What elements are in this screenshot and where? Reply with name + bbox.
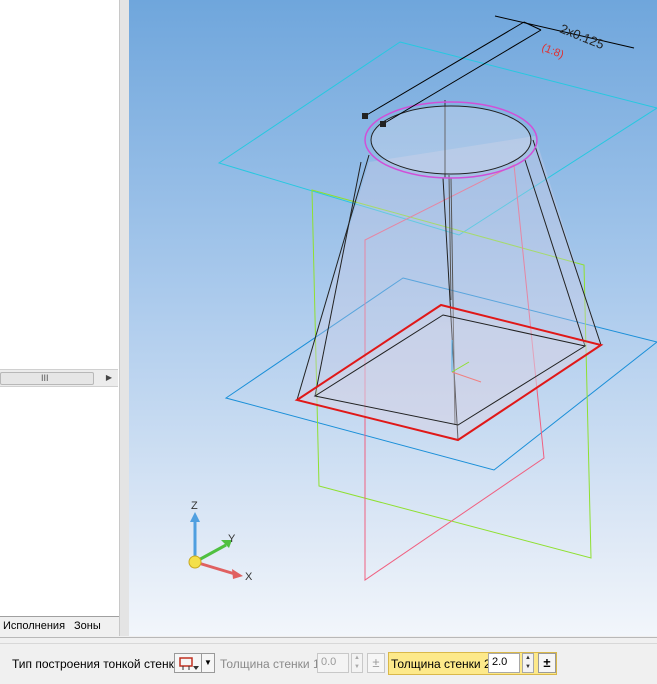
thickness1-field[interactable]: 0.0 bbox=[317, 653, 349, 673]
model-tree-panel: III ▶ Исполнения Зоны bbox=[0, 0, 120, 637]
z-arrow-icon bbox=[190, 512, 200, 522]
thickness1-label: Толщина стенки 1 bbox=[220, 657, 320, 671]
wall-type-dropdown[interactable]: ▼ bbox=[201, 653, 215, 673]
x-arrow-icon bbox=[232, 569, 243, 579]
dimension-handle[interactable] bbox=[362, 113, 368, 119]
model-tree[interactable] bbox=[0, 0, 118, 368]
dimension-subtext: (1:8) bbox=[540, 42, 565, 62]
horizontal-scrollbar[interactable]: III ▶ bbox=[0, 369, 118, 387]
property-bar: Тип построения тонкой стенки ▼ Толщина с… bbox=[0, 637, 657, 684]
thickness1-sign-button[interactable]: ± bbox=[367, 653, 385, 673]
spin-up-icon[interactable]: ▲ bbox=[352, 654, 362, 663]
dimension-handle[interactable] bbox=[380, 121, 386, 127]
lower-list-area[interactable] bbox=[0, 387, 118, 615]
scroll-right-arrow-icon[interactable]: ▶ bbox=[102, 370, 116, 386]
3d-viewport[interactable]: 2x0.125 (1:8) Z Y X bbox=[129, 0, 657, 636]
spin-down-icon[interactable]: ▼ bbox=[523, 663, 533, 672]
wall-type-button[interactable] bbox=[174, 653, 202, 673]
thickness2-field[interactable]: 2.0 bbox=[488, 653, 520, 673]
scrollbar-thumb[interactable]: III bbox=[0, 372, 94, 385]
wall-type-icon bbox=[179, 657, 199, 670]
thickness2-spinner[interactable]: ▲ ▼ bbox=[522, 653, 534, 673]
x-axis-label: X bbox=[245, 571, 253, 583]
thickness1-spinner[interactable]: ▲ ▼ bbox=[351, 653, 363, 673]
spin-up-icon[interactable]: ▲ bbox=[523, 654, 533, 663]
scrollbar-grip-icon: III bbox=[41, 373, 49, 383]
origin-icon bbox=[188, 555, 202, 569]
divider bbox=[0, 643, 657, 644]
y-axis-label: Y bbox=[228, 533, 236, 545]
dimension-text: 2x0.125 bbox=[558, 21, 607, 52]
axis-triad: Z Y X bbox=[188, 500, 253, 583]
wall-type-label: Тип построения тонкой стенки bbox=[12, 657, 181, 671]
thickness2-sign-button[interactable]: ± bbox=[538, 653, 556, 673]
spin-down-icon[interactable]: ▼ bbox=[352, 663, 362, 672]
tab-zones[interactable]: Зоны bbox=[74, 620, 101, 632]
panel-tabs: Исполнения Зоны bbox=[0, 616, 119, 637]
z-axis-label: Z bbox=[191, 500, 198, 512]
model-scene: 2x0.125 (1:8) Z Y X bbox=[188, 15, 657, 583]
tab-executions[interactable]: Исполнения bbox=[3, 620, 65, 632]
top-ellipse bbox=[370, 105, 532, 175]
thickness2-label: Толщина стенки 2 bbox=[391, 657, 491, 671]
